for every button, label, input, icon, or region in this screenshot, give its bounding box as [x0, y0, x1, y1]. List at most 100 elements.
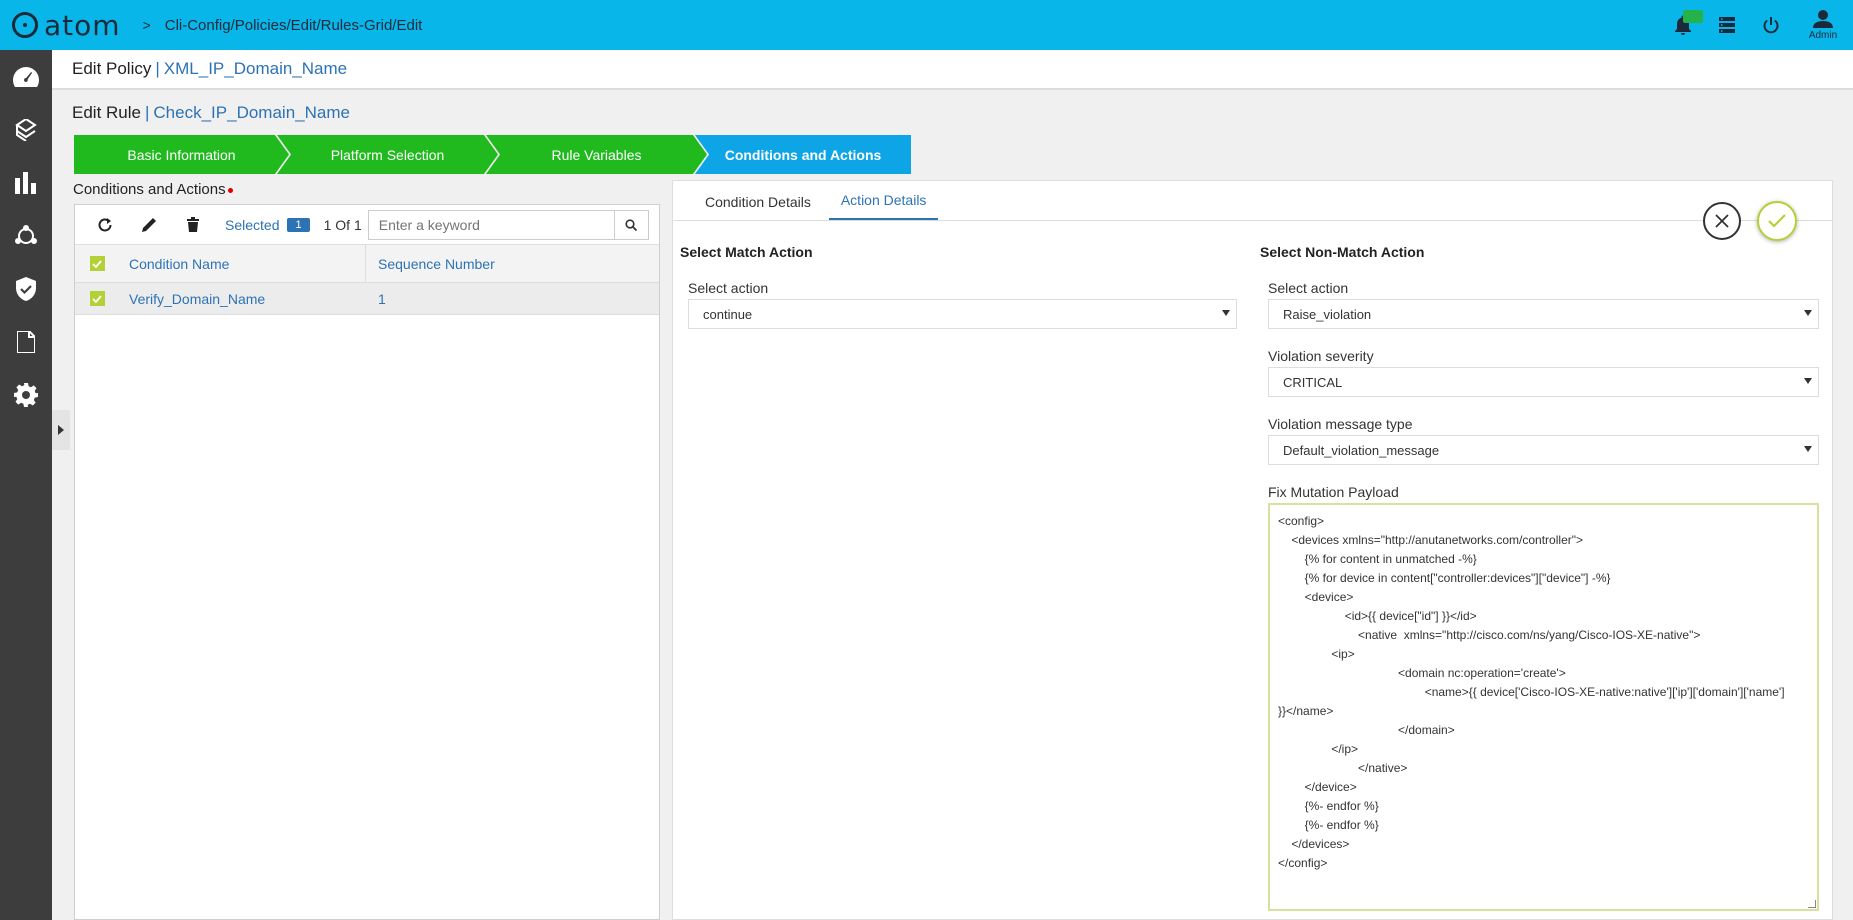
rule-header-label: Edit Rule — [72, 103, 141, 122]
top-bar: atom > Cli-Config/Policies/Edit/Rules-Gr… — [0, 0, 1853, 50]
row-checkbox[interactable] — [75, 291, 119, 306]
step-conditions-and-actions[interactable]: Conditions and Actions — [695, 135, 911, 174]
tab-condition-details[interactable]: Condition Details — [693, 194, 823, 220]
match-action-value: continue — [703, 306, 753, 322]
sidebar-item-devices[interactable] — [0, 103, 52, 156]
cancel-button[interactable] — [1703, 202, 1741, 240]
violation-severity-label: Violation severity — [1268, 348, 1374, 364]
column-header-sequence-number[interactable]: Sequence Number — [365, 245, 495, 282]
notification-badge — [1683, 10, 1703, 23]
step-rule-variables[interactable]: Rule Variables — [486, 135, 707, 174]
textarea-resize-handle[interactable] — [1808, 900, 1816, 908]
column-header-condition-name[interactable]: Condition Name — [119, 245, 365, 282]
match-action-select[interactable]: continue — [688, 299, 1237, 329]
sidebar-item-reports[interactable] — [0, 156, 52, 209]
breadcrumb-separator: > — [142, 17, 151, 33]
fix-mutation-payload-label: Fix Mutation Payload — [1268, 484, 1399, 500]
search-input[interactable] — [368, 210, 614, 239]
nonmatch-action-value: Raise_violation — [1283, 306, 1372, 322]
rule-header: Edit Rule | Check_IP_Domain_Name — [72, 103, 350, 123]
sidebar-item-settings[interactable] — [0, 368, 52, 421]
caret-down-icon — [1804, 310, 1812, 316]
policy-header-label: Edit Policy — [72, 59, 152, 78]
select-all-checkbox[interactable] — [75, 256, 119, 271]
grid-toolbar: Selected 1 1 Of 1 — [75, 205, 659, 245]
close-icon — [1715, 214, 1729, 228]
notifications-button[interactable] — [1661, 0, 1705, 50]
selected-label: Selected — [225, 216, 280, 233]
search-icon — [625, 218, 638, 231]
user-icon — [1813, 9, 1833, 28]
sidebar-expand-toggle[interactable] — [52, 410, 70, 450]
sidebar-item-documents[interactable] — [0, 315, 52, 368]
wizard-stepper: Basic Information Platform Selection Rul… — [74, 135, 911, 174]
sidebar-item-dashboard[interactable] — [0, 50, 52, 103]
delete-button[interactable] — [171, 210, 215, 240]
admin-label: Admin — [1808, 29, 1838, 41]
policy-name: XML_IP_Domain_Name — [163, 59, 348, 78]
details-panel: Condition Details Action Details Select … — [672, 180, 1833, 920]
logo-text: atom — [44, 8, 121, 42]
step-platform-selection[interactable]: Platform Selection — [277, 135, 498, 174]
sidebar-item-topology[interactable] — [0, 209, 52, 262]
refresh-button[interactable] — [83, 210, 127, 240]
bar-chart-icon — [15, 171, 36, 194]
nonmatch-action-label: Select action — [1268, 280, 1349, 296]
grid-header: Condition Name Sequence Number — [75, 245, 659, 283]
match-action-title: Select Match Action — [680, 244, 813, 260]
violation-message-type-value: Default_violation_message — [1283, 442, 1440, 458]
policy-header: Edit Policy | XML_IP_Domain_Name — [52, 50, 1853, 90]
conditions-grid-panel: Selected 1 1 Of 1 Condition Name Sequenc… — [74, 204, 660, 920]
checkbox-checked — [89, 256, 105, 271]
conditions-title-text: Conditions and Actions — [73, 181, 226, 198]
server-stack-icon — [1719, 17, 1735, 33]
step-basic-information[interactable]: Basic Information — [74, 135, 289, 174]
server-list-button[interactable] — [1705, 0, 1749, 50]
conditions-section-title: Conditions and Actions — [73, 181, 233, 198]
nonmatch-action-select[interactable]: Raise_violation — [1268, 299, 1819, 329]
grid-search — [367, 209, 649, 240]
required-indicator — [227, 187, 233, 193]
pencil-icon — [141, 218, 156, 232]
violation-message-type-label: Violation message type — [1268, 416, 1413, 432]
logo-icon — [12, 12, 38, 38]
violation-severity-value: CRITICAL — [1283, 374, 1343, 390]
checkmark-icon — [1768, 214, 1786, 228]
network-nodes-icon — [15, 224, 37, 244]
edit-button[interactable] — [127, 210, 171, 240]
refresh-icon — [98, 217, 112, 231]
check-icon — [92, 294, 102, 303]
power-button[interactable] — [1749, 0, 1793, 50]
check-icon — [92, 259, 102, 268]
caret-down-icon — [1804, 378, 1812, 384]
breadcrumb: Cli-Config/Policies/Edit/Rules-Grid/Edit — [164, 16, 423, 34]
sidebar — [0, 50, 52, 920]
rule-name: Check_IP_Domain_Name — [153, 103, 350, 122]
caret-down-icon — [1804, 446, 1812, 452]
rule-header-separator: | — [144, 103, 150, 122]
sequence-number-cell: 1 — [378, 290, 386, 307]
condition-name-cell[interactable]: Verify_Domain_Name — [119, 283, 365, 314]
tab-action-details[interactable]: Action Details — [828, 192, 939, 220]
selected-count-badge: 1 — [287, 217, 310, 232]
violation-severity-select[interactable]: CRITICAL — [1268, 367, 1819, 397]
policy-header-separator: | — [155, 59, 160, 78]
caret-down-icon — [1222, 310, 1230, 316]
table-row[interactable]: Verify_Domain_Name 1 — [75, 283, 659, 315]
checkbox-checked — [89, 291, 105, 306]
fix-mutation-payload-textarea[interactable]: <config> <devices xmlns="http://anutanet… — [1268, 503, 1819, 911]
save-button[interactable] — [1757, 201, 1797, 241]
top-icons: Admin — [1661, 0, 1853, 50]
sidebar-item-compliance[interactable] — [0, 262, 52, 315]
devices-icon — [15, 118, 37, 141]
atom-logo[interactable]: atom — [12, 9, 121, 42]
dashboard-gauge-icon — [13, 66, 39, 87]
search-button[interactable] — [613, 210, 648, 239]
page-info: 1 Of 1 — [323, 216, 362, 233]
gear-icon — [14, 382, 38, 407]
details-tabs: Condition Details Action Details — [673, 181, 1832, 221]
admin-user-button[interactable]: Admin — [1793, 0, 1853, 50]
violation-message-type-select[interactable]: Default_violation_message — [1268, 435, 1819, 465]
caret-right-icon — [58, 425, 64, 435]
document-icon — [17, 330, 35, 353]
